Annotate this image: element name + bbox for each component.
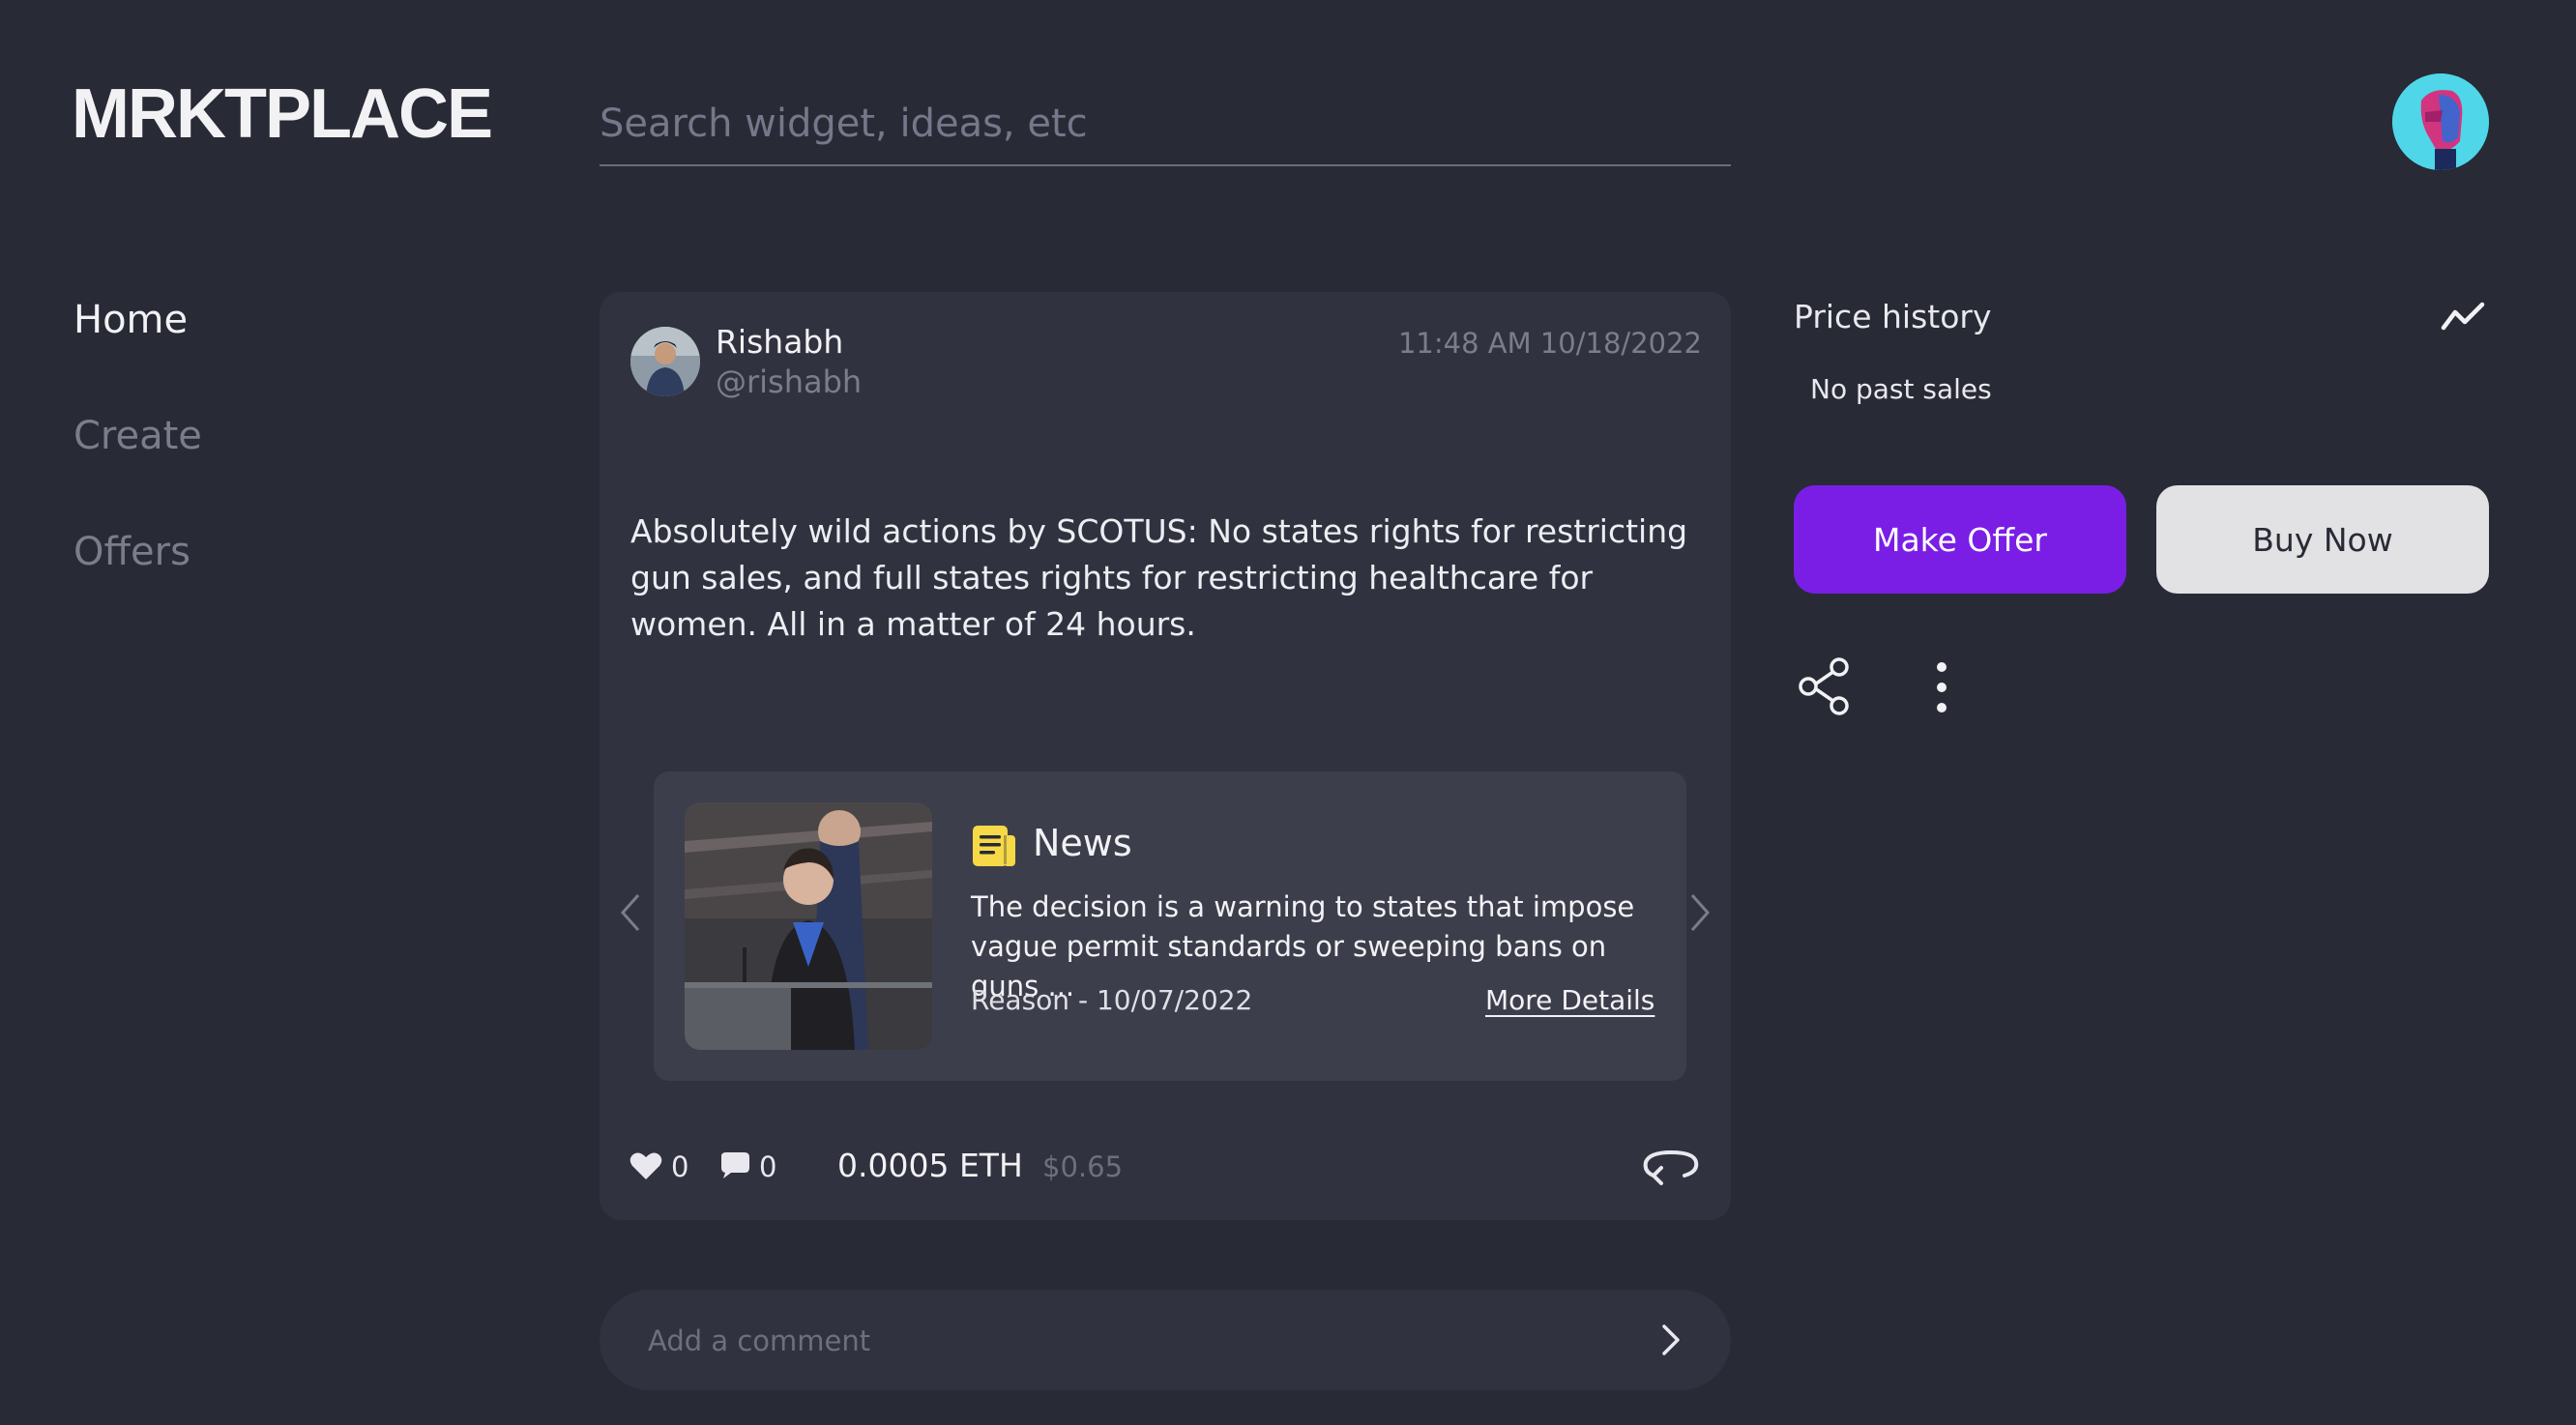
post-author-handle[interactable]: @rishabh xyxy=(716,364,862,400)
heart-icon xyxy=(629,1152,662,1179)
post-timestamp: 11:48 AM 10/18/2022 xyxy=(1397,327,1702,360)
more-details-link[interactable]: More Details xyxy=(1485,984,1654,1016)
trend-line-icon xyxy=(2441,302,2485,331)
nav-home[interactable]: Home xyxy=(73,298,188,342)
post-text: Absolutely wild actions by SCOTUS: No st… xyxy=(630,512,1688,643)
newspaper-icon xyxy=(971,822,1017,868)
chevron-right-icon xyxy=(1690,894,1711,931)
comment-box[interactable] xyxy=(600,1290,1731,1390)
nav-offers[interactable]: Offers xyxy=(73,530,190,574)
nav-create[interactable]: Create xyxy=(73,414,202,458)
app-logo[interactable]: MRKTPLACE xyxy=(72,79,493,149)
carousel-prev-button[interactable] xyxy=(619,891,642,945)
chevron-left-icon xyxy=(620,894,640,931)
like-count: 0 xyxy=(671,1150,689,1183)
post-card xyxy=(600,292,1731,1220)
like-button[interactable] xyxy=(629,1149,663,1187)
comment-button[interactable] xyxy=(717,1149,752,1187)
price-usd: $0.65 xyxy=(1042,1150,1124,1183)
comment-count: 0 xyxy=(759,1150,777,1183)
repost-icon xyxy=(1643,1149,1699,1185)
price-history-title: Price history xyxy=(1794,298,1992,335)
search-bar[interactable] xyxy=(600,95,1731,166)
share-icon xyxy=(1799,657,1849,715)
share-button[interactable] xyxy=(1797,657,1853,719)
make-offer-button[interactable]: Make Offer xyxy=(1794,485,2126,594)
price-chart-toggle[interactable] xyxy=(2441,300,2485,336)
news-image[interactable] xyxy=(685,802,932,1050)
post-author-name[interactable]: Rishabh xyxy=(716,323,843,361)
price-eth: 0.0005 ETH xyxy=(837,1147,1023,1184)
vertical-dots-icon xyxy=(1937,662,1947,712)
user-avatar-image xyxy=(2392,73,2489,170)
send-comment-button[interactable] xyxy=(1659,1323,1683,1361)
user-avatar[interactable] xyxy=(2392,73,2489,170)
news-source: Reason - 10/07/2022 xyxy=(971,984,1253,1016)
chevron-right-icon xyxy=(1662,1324,1680,1355)
comment-bubble-icon xyxy=(721,1152,749,1178)
more-options-button[interactable] xyxy=(1934,659,1949,719)
price-history-empty: No past sales xyxy=(1810,373,1992,405)
news-photo xyxy=(685,802,932,1050)
news-label: News xyxy=(1033,822,1132,864)
repost-button[interactable] xyxy=(1640,1147,1702,1193)
comment-input[interactable] xyxy=(646,1311,1617,1371)
search-input[interactable] xyxy=(600,95,1731,153)
author-photo xyxy=(630,327,700,396)
post-author-avatar[interactable] xyxy=(630,327,700,396)
carousel-next-button[interactable] xyxy=(1688,891,1712,945)
buy-now-button[interactable]: Buy Now xyxy=(2156,485,2489,594)
